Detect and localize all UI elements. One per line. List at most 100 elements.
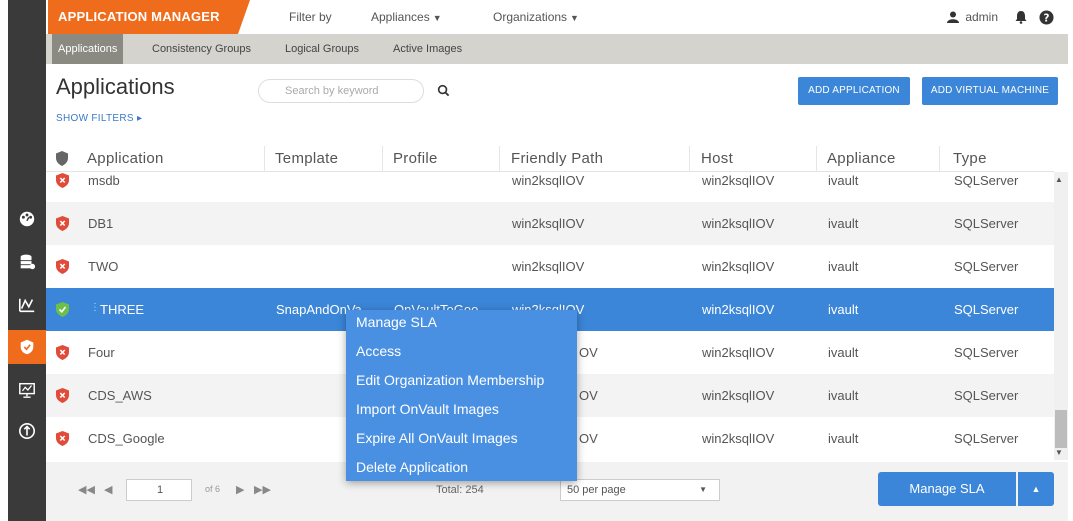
status-error-icon (56, 345, 69, 360)
bell-icon[interactable] (1014, 10, 1028, 24)
brand-notch (238, 0, 250, 34)
column-divider (689, 146, 690, 172)
column-divider (382, 146, 383, 172)
cell-type: SQLServer (954, 216, 1019, 231)
page-count-label: of 6 (205, 484, 221, 494)
cell-host: win2ksqlIOV (702, 431, 775, 446)
scrollbar-thumb[interactable] (1055, 410, 1067, 448)
menu-item-edit-organization-membership[interactable]: Edit Organization Membership (356, 372, 544, 388)
show-filters-link[interactable]: SHOW FILTERS ▸ (56, 113, 142, 124)
cell-host: win2ksqlIOV (702, 388, 775, 403)
page-title: Applications (56, 74, 175, 99)
top-bar: APPLICATION MANAGER Filter by Appliances… (46, 0, 1068, 34)
filter-by-label: Filter by (289, 10, 332, 24)
cell-application: DB1 (88, 216, 114, 231)
user-icon (947, 11, 960, 23)
context-menu: Manage SLA Access Edit Organization Memb… (346, 310, 577, 481)
monitor-icon[interactable] (8, 373, 46, 407)
column-divider (816, 146, 817, 172)
column-divider (499, 146, 500, 172)
cell-host: win2ksqlIOV (702, 302, 775, 317)
help-icon[interactable]: ? (1039, 10, 1054, 25)
menu-item-import-onvault-images[interactable]: Import OnVault Images (356, 401, 499, 417)
scroll-down-icon[interactable]: ▼ (1055, 448, 1063, 457)
caret-down-icon: ▼ (432, 13, 442, 23)
last-page-icon[interactable]: ▶▶ (254, 483, 271, 496)
settings-icon[interactable] (8, 414, 46, 448)
add-virtual-machine-button[interactable]: ADD VIRTUAL MACHINE (922, 77, 1058, 105)
cell-appliance: ivault (828, 216, 859, 231)
column-template[interactable]: Template (275, 150, 338, 167)
cell-application: CDS_Google (88, 431, 165, 446)
cell-friendly-path: win2ksqlIOV (512, 173, 585, 188)
app-brand[interactable]: APPLICATION MANAGER (48, 0, 238, 34)
menu-item-expire-all-onvault-images[interactable]: Expire All OnVault Images (356, 430, 518, 446)
tab-consistency-groups[interactable]: Consistency Groups (152, 34, 251, 64)
menu-item-delete-application[interactable]: Delete Application (356, 459, 468, 475)
manage-sla-dropdown-icon[interactable]: ▲ (1018, 472, 1054, 506)
search-input[interactable]: Search by keyword (258, 79, 424, 103)
next-page-icon[interactable]: ▶ (236, 483, 244, 496)
total-count: Total: 254 (436, 484, 484, 496)
status-error-icon (56, 259, 69, 274)
cell-appliance: ivault (828, 345, 859, 360)
cell-appliance: ivault (828, 388, 859, 403)
database-icon[interactable] (8, 245, 46, 279)
left-rail (8, 0, 46, 521)
user-menu[interactable]: admin (947, 0, 998, 34)
table-row[interactable]: msdb win2ksqlIOV win2ksqlIOV ivault SQLS… (46, 172, 1054, 202)
organizations-menu[interactable]: Organizations ▼ (493, 0, 579, 34)
column-appliance[interactable]: Appliance (827, 150, 896, 167)
prev-page-icon[interactable]: ◀ (104, 483, 112, 496)
organizations-label: Organizations (493, 10, 568, 24)
status-error-icon (56, 388, 69, 403)
cell-friendly-path: win2ksqlIOV (512, 216, 585, 231)
manage-sla-button[interactable]: Manage SLA (878, 472, 1016, 506)
column-application[interactable]: Application (87, 150, 164, 167)
scroll-up-icon[interactable]: ▲ (1055, 175, 1063, 184)
search-icon[interactable] (437, 84, 450, 97)
cell-application: Four (88, 345, 115, 360)
cell-appliance: ivault (828, 259, 859, 274)
cell-appliance: ivault (828, 302, 859, 317)
cell-host: win2ksqlIOV (702, 259, 775, 274)
cell-type: SQLServer (954, 388, 1019, 403)
column-type[interactable]: Type (953, 150, 987, 167)
status-error-icon (56, 216, 69, 231)
chart-icon[interactable] (8, 288, 46, 322)
cell-application: msdb (88, 173, 120, 188)
cell-type: SQLServer (954, 173, 1019, 188)
table-header: Application Template Profile Friendly Pa… (46, 146, 1054, 172)
first-page-icon[interactable]: ◀◀ (78, 483, 95, 496)
cell-friendly-path: OV (579, 345, 598, 360)
tab-logical-groups[interactable]: Logical Groups (285, 34, 359, 64)
appliances-menu[interactable]: Appliances ▼ (371, 0, 442, 34)
column-divider (939, 146, 940, 172)
user-name: admin (965, 10, 998, 24)
caret-down-icon: ▼ (570, 13, 579, 23)
cell-application: TWO (88, 259, 119, 274)
status-error-icon (56, 431, 69, 446)
column-profile[interactable]: Profile (393, 150, 438, 167)
cell-application: CDS_AWS (88, 388, 152, 403)
cell-appliance: ivault (828, 431, 859, 446)
table-row[interactable]: TWO win2ksqlIOV win2ksqlIOV ivault SQLSe… (46, 245, 1054, 288)
tab-active-images[interactable]: Active Images (393, 34, 462, 64)
row-handle-icon[interactable]: ⋮ (90, 302, 100, 313)
column-host[interactable]: Host (701, 150, 733, 167)
menu-item-access[interactable]: Access (356, 343, 401, 359)
column-friendly-path[interactable]: Friendly Path (511, 150, 603, 167)
add-application-button[interactable]: ADD APPLICATION (798, 77, 910, 105)
dashboard-icon[interactable] (8, 202, 46, 236)
page-number-input[interactable]: 1 (126, 479, 192, 501)
svg-text:?: ? (1044, 12, 1050, 24)
tab-applications[interactable]: Applications (52, 34, 124, 64)
column-divider (264, 146, 265, 172)
shield-icon[interactable] (8, 330, 46, 364)
per-page-select[interactable]: 50 per page ▼ (560, 479, 720, 501)
shield-icon (56, 151, 68, 166)
caret-down-icon: ▼ (699, 485, 707, 494)
menu-item-manage-sla[interactable]: Manage SLA (356, 314, 437, 330)
appliances-label: Appliances (371, 10, 430, 24)
table-row[interactable]: DB1 win2ksqlIOV win2ksqlIOV ivault SQLSe… (46, 202, 1054, 245)
